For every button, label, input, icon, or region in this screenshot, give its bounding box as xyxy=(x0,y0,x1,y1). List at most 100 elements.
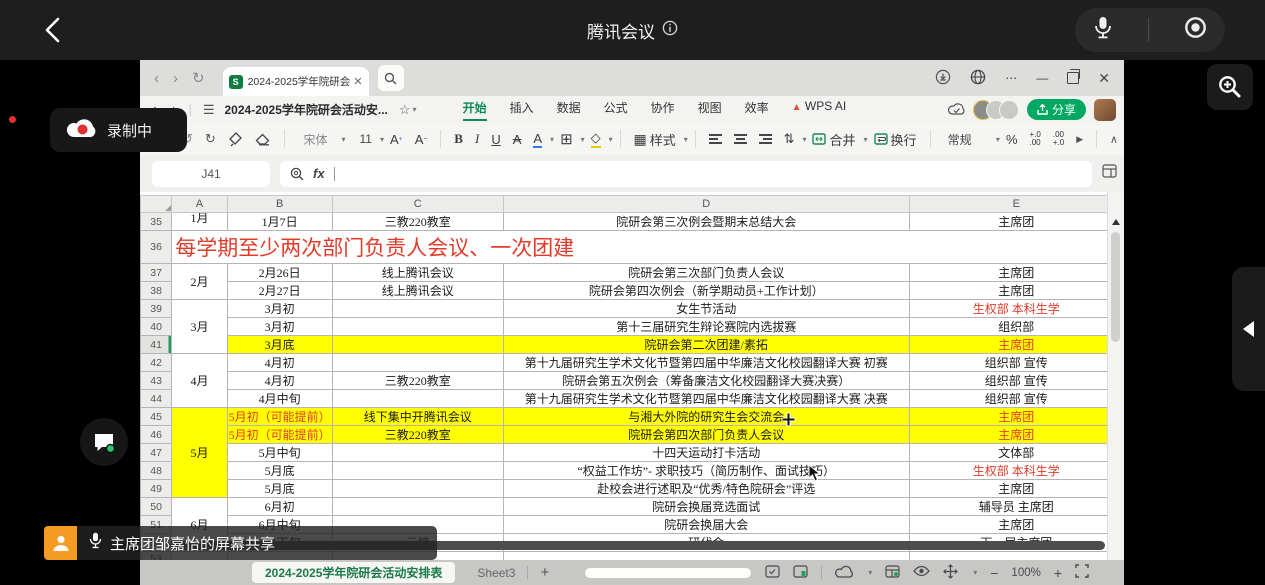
select-all-corner[interactable]: ◢ xyxy=(141,196,172,213)
cell[interactable]: 4月中旬 xyxy=(227,390,332,408)
download-icon[interactable] xyxy=(935,69,951,88)
cell[interactable]: 三教220教室 xyxy=(332,426,503,444)
magnifier-button[interactable] xyxy=(1207,64,1253,110)
cell[interactable]: 院研会换届竞选面试 xyxy=(503,498,909,516)
menu-wps-ai[interactable]: ▲ WPS AI xyxy=(792,99,847,121)
restore-window-icon[interactable] xyxy=(1067,72,1079,84)
cell[interactable]: 十四天运动打卡活动 xyxy=(503,444,909,462)
cell[interactable]: 三教220教室 xyxy=(332,372,503,390)
globe-icon[interactable] xyxy=(970,69,986,88)
cell-style-button[interactable]: ▦样式 xyxy=(633,130,675,149)
add-sheet-button[interactable]: + xyxy=(540,564,549,581)
cell[interactable]: 5月初（可能提前） xyxy=(227,408,332,426)
cell[interactable] xyxy=(332,318,503,336)
fill-color-icon[interactable]: ◇ xyxy=(591,130,601,148)
cell[interactable]: 5月底 xyxy=(227,462,332,480)
collaborator-avatars[interactable] xyxy=(973,100,1019,120)
sheet-tab-active[interactable]: 2024-2025学年院研会活动安排表 xyxy=(252,562,455,583)
tab-close-icon[interactable]: ✕ xyxy=(353,75,362,88)
number-format-select[interactable]: 常规 xyxy=(943,131,976,148)
cell[interactable]: 3月底 xyxy=(227,336,332,354)
cell[interactable]: 2月 xyxy=(172,264,228,300)
cell[interactable]: 院研会第五次例会（筹备廉洁文化校园翻译大赛决赛） xyxy=(503,372,909,390)
zoom-in-button[interactable]: + xyxy=(1054,565,1062,581)
format-painter-icon[interactable] xyxy=(228,132,243,147)
row-header[interactable]: 45 xyxy=(141,408,172,426)
cell[interactable] xyxy=(332,462,503,480)
cell[interactable]: 与湘大外院的研究生会交流会 xyxy=(503,408,909,426)
cell[interactable]: 组织部 xyxy=(909,318,1124,336)
menu-start[interactable]: 开始 xyxy=(463,99,487,121)
align-left-icon[interactable] xyxy=(709,132,722,146)
cell[interactable]: 主席团 xyxy=(909,516,1124,534)
cell[interactable]: 主席团 xyxy=(909,408,1124,426)
row-header[interactable]: 38 xyxy=(141,282,172,300)
cell[interactable]: 组织部 宣传 xyxy=(909,354,1124,372)
menu-insert[interactable]: 插入 xyxy=(510,99,534,121)
table-view-icon[interactable] xyxy=(885,565,900,581)
cell[interactable]: 5月初（可能提前） xyxy=(227,426,332,444)
menu-efficiency[interactable]: 效率 xyxy=(745,99,769,121)
toolbar-overflow-icon[interactable]: ▶ xyxy=(1076,134,1083,145)
cell[interactable]: 4月 xyxy=(172,354,228,408)
cell[interactable]: 生权部 本科生学 xyxy=(909,462,1124,480)
user-avatar[interactable] xyxy=(1094,99,1116,121)
formula-expand-icon[interactable] xyxy=(1102,164,1117,183)
cell[interactable]: 院研会第二次团建/素拓 xyxy=(503,336,909,354)
sheet-horizontal-scrollbar[interactable] xyxy=(585,568,751,578)
cell[interactable]: 3月初 xyxy=(227,318,332,336)
record-button[interactable] xyxy=(1184,16,1207,44)
eye-icon[interactable] xyxy=(913,565,930,580)
cell[interactable]: 主席团 xyxy=(909,480,1124,498)
cell[interactable]: 院研会换届大会 xyxy=(503,516,909,534)
redo-icon[interactable]: ↻ xyxy=(205,131,216,147)
sheet-tab-sheet3[interactable]: Sheet3 xyxy=(477,566,515,580)
cell[interactable] xyxy=(332,354,503,372)
decrease-font-icon[interactable]: A− xyxy=(415,132,428,147)
cell[interactable]: 院研会第三次例会暨期末总结大会 xyxy=(503,213,909,231)
increase-font-icon[interactable]: A+ xyxy=(390,132,403,147)
zoom-level[interactable]: 100% xyxy=(1011,567,1040,579)
column-header[interactable]: A xyxy=(172,196,228,213)
collapse-ribbon-icon[interactable]: ∧ xyxy=(1110,133,1118,146)
new-tab-search-button[interactable] xyxy=(378,65,404,91)
cell[interactable]: 3月 xyxy=(172,300,228,354)
cell[interactable] xyxy=(909,552,1124,561)
panel-expand-tab[interactable] xyxy=(1232,267,1265,391)
cell[interactable]: 文体部 xyxy=(909,444,1124,462)
hamburger-menu-icon[interactable]: ☰ xyxy=(203,102,215,118)
vertical-align-icon[interactable]: ⇅ xyxy=(784,131,795,147)
row-header[interactable]: 42 xyxy=(141,354,172,372)
cell[interactable]: 2月26日 xyxy=(227,264,332,282)
cell[interactable]: 5月 xyxy=(172,408,228,498)
cell[interactable]: 每学期至少两次部门负责人会议、一次团建 xyxy=(172,231,1124,264)
more-menu-icon[interactable]: ⋯ xyxy=(1005,71,1017,85)
cell[interactable]: 组织部 宣传 xyxy=(909,390,1124,408)
decrease-decimal-icon[interactable]: .00+.0 xyxy=(1053,131,1064,147)
eraser-icon[interactable] xyxy=(255,133,271,146)
microphone-button[interactable] xyxy=(1093,16,1113,45)
font-size-select[interactable]: 11 xyxy=(359,132,371,146)
borders-icon[interactable]: ⊞ xyxy=(560,130,573,148)
fullscreen-icon[interactable] xyxy=(1075,564,1089,581)
cell[interactable]: 赴校会进行述职及“优秀/特色院研会”评选 xyxy=(503,480,909,498)
cell[interactable] xyxy=(332,498,503,516)
row-header[interactable]: 36 xyxy=(141,231,172,264)
cell[interactable]: 院研会第三次部门负责人会议 xyxy=(503,264,909,282)
row-header[interactable]: 43 xyxy=(141,372,172,390)
cell[interactable]: 5月底 xyxy=(227,480,332,498)
minimize-icon[interactable]: — xyxy=(1036,71,1048,85)
row-header[interactable]: 49 xyxy=(141,480,172,498)
cloud-sync-icon[interactable] xyxy=(948,101,965,119)
close-window-icon[interactable]: ✕ xyxy=(1098,70,1110,87)
cell[interactable] xyxy=(332,300,503,318)
row-header[interactable]: 48 xyxy=(141,462,172,480)
row-header[interactable]: 50 xyxy=(141,498,172,516)
row-header[interactable]: 39 xyxy=(141,300,172,318)
cell[interactable] xyxy=(332,444,503,462)
cell[interactable]: 线上腾讯会议 xyxy=(332,264,503,282)
italic-button[interactable]: I xyxy=(475,131,479,147)
share-button[interactable]: 分享 xyxy=(1027,99,1086,120)
cell[interactable]: 辅导员 主席团 xyxy=(909,498,1124,516)
cell[interactable]: 1月7日 xyxy=(227,213,332,231)
